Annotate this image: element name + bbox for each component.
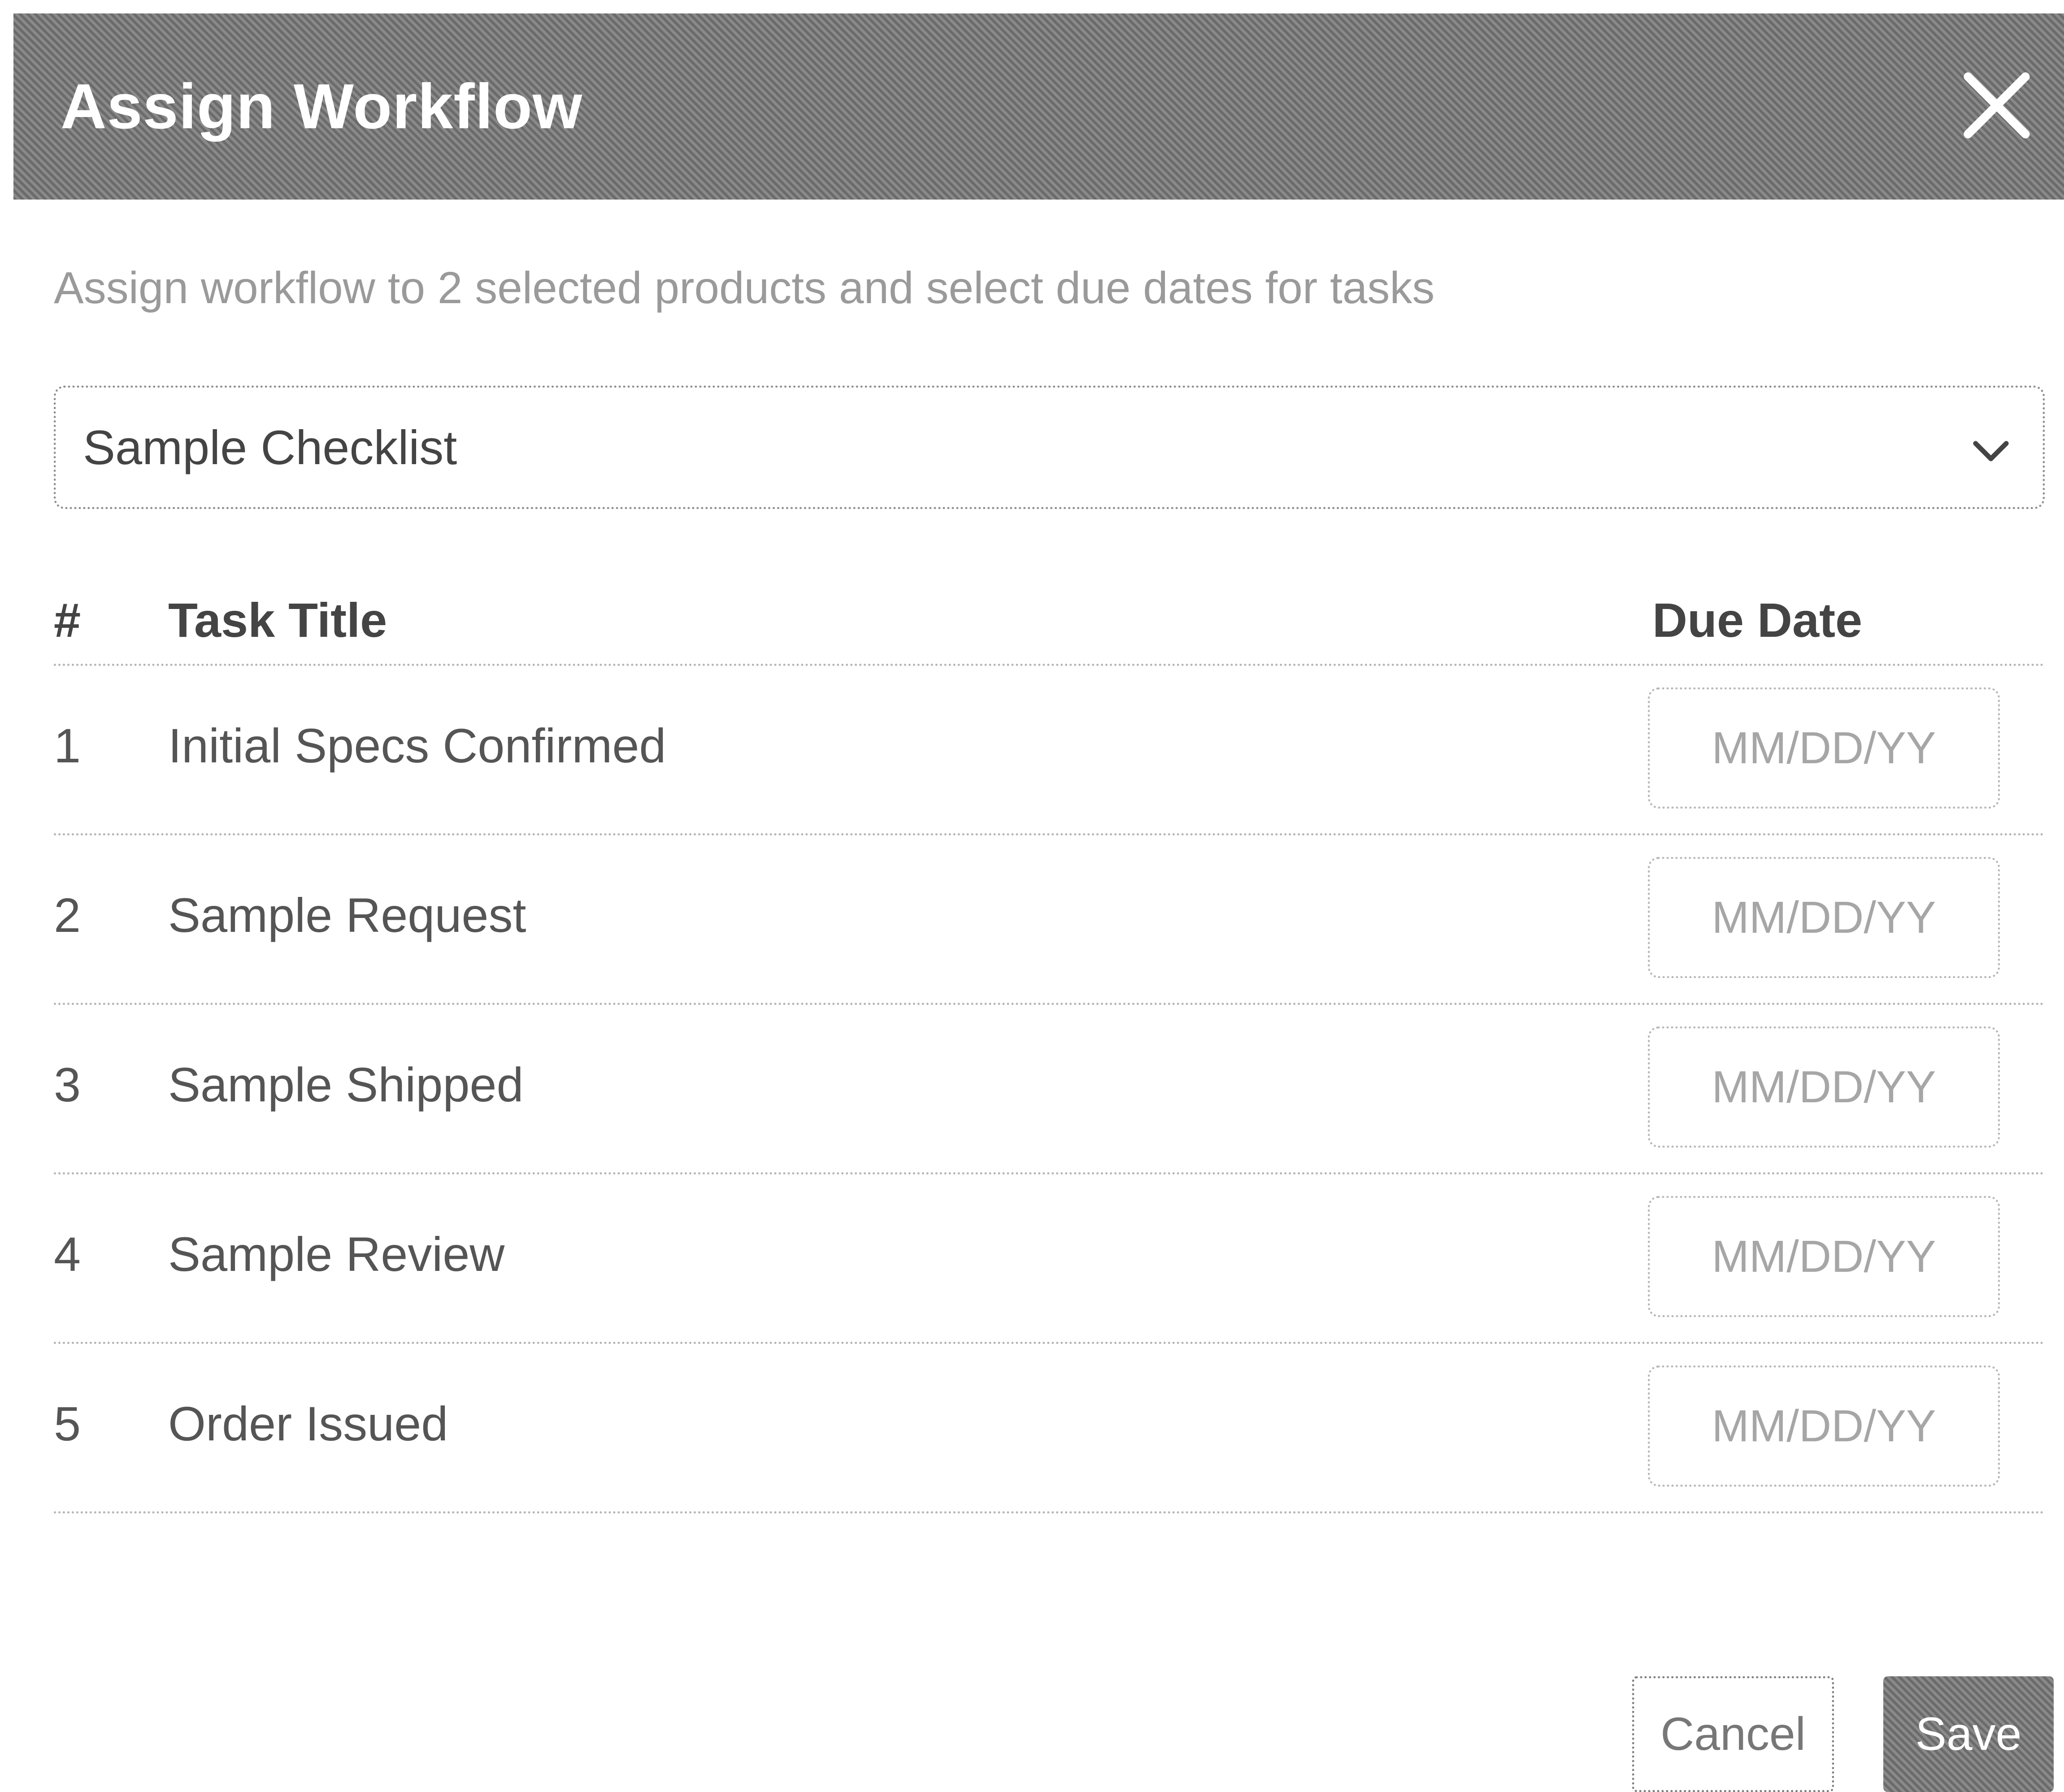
table-row: 1 Initial Specs Confirmed	[54, 666, 2045, 835]
table-row: 5 Order Issued	[54, 1344, 2045, 1514]
task-title: Initial Specs Confirmed	[168, 718, 666, 773]
task-number: 2	[54, 888, 81, 942]
save-button[interactable]: Save	[1883, 1676, 2054, 1792]
task-title: Sample Shipped	[168, 1057, 524, 1112]
dialog-header: Assign Workflow	[13, 13, 2064, 200]
header-number: #	[54, 593, 81, 647]
task-table: # Task Title Due Date 1 Initial Specs Co…	[54, 574, 2045, 1514]
task-number: 4	[54, 1227, 81, 1281]
task-number: 3	[54, 1057, 81, 1112]
close-button[interactable]	[1961, 70, 2033, 141]
due-date-input[interactable]	[1648, 687, 2000, 809]
chevron-down-icon	[1971, 431, 2011, 471]
assign-workflow-dialog: Assign Workflow Assign workflow to 2 sel…	[0, 0, 2064, 1792]
due-date-input[interactable]	[1648, 857, 2000, 978]
header-due-date: Due Date	[1652, 593, 1863, 647]
table-row: 4 Sample Review	[54, 1174, 2045, 1344]
header-task-title: Task Title	[168, 593, 387, 647]
dialog-subtitle: Assign workflow to 2 selected products a…	[54, 263, 1435, 313]
table-row: 2 Sample Request	[54, 835, 2045, 1005]
task-number: 5	[54, 1396, 81, 1451]
task-title: Sample Request	[168, 888, 526, 942]
due-date-input[interactable]	[1648, 1196, 2000, 1317]
table-row: 3 Sample Shipped	[54, 1005, 2045, 1174]
close-icon	[1964, 72, 2030, 139]
dialog-title: Assign Workflow	[61, 70, 583, 142]
cancel-button[interactable]: Cancel	[1632, 1676, 1834, 1792]
due-date-input[interactable]	[1648, 1366, 2000, 1487]
due-date-input[interactable]	[1648, 1026, 2000, 1148]
task-number: 1	[54, 718, 81, 773]
table-header: # Task Title Due Date	[54, 574, 2045, 666]
workflow-select-value: Sample Checklist	[83, 420, 457, 474]
task-title: Sample Review	[168, 1227, 505, 1281]
workflow-select[interactable]: Sample Checklist	[54, 386, 2045, 509]
task-title: Order Issued	[168, 1396, 448, 1451]
